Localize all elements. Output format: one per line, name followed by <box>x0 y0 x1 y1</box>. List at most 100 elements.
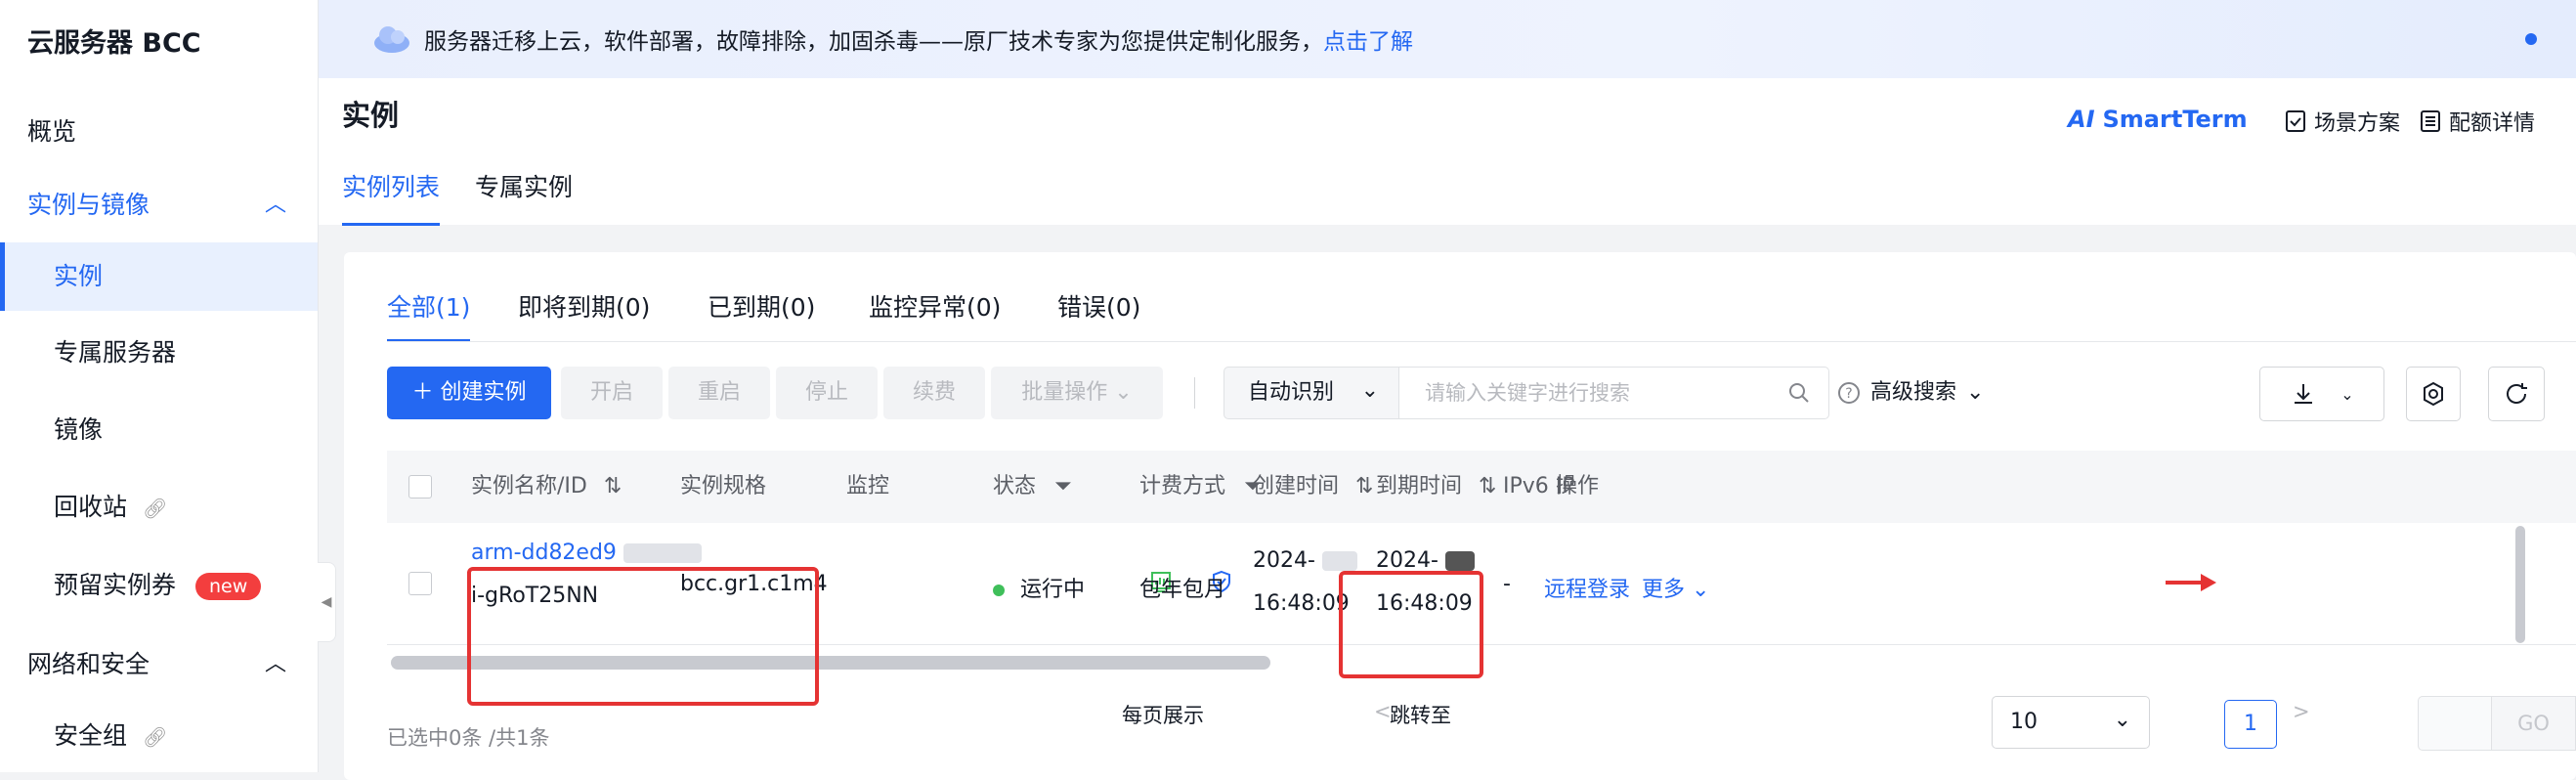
filter-tab-expiring[interactable]: 即将到期(0) <box>518 288 650 339</box>
next-page-button[interactable]: > <box>2293 700 2310 723</box>
column-header-spec: 实例规格 <box>680 474 767 498</box>
search-type-select[interactable]: 自动识别 ⌄ <box>1224 367 1399 419</box>
search-type-value: 自动识别 <box>1248 380 1335 405</box>
page-header: 实例 实例列表 专属实例 AI SmartTerm 场景方案 配额详情 <box>319 78 2576 226</box>
column-header-billing[interactable]: 计费方式 ⏷ <box>1139 451 1262 523</box>
filter-tab-all[interactable]: 全部(1) <box>387 288 471 342</box>
sidebar-item-overview[interactable]: 概览 <box>0 98 318 166</box>
gear-icon <box>2424 381 2443 407</box>
per-page-select[interactable]: 10 ⌄ <box>1992 696 2150 749</box>
create-instance-label: 创建实例 <box>440 380 527 405</box>
sidebar-item-recycle-bin[interactable]: 回收站 🔗︎ <box>0 473 318 542</box>
sidebar-item-dedicated-server[interactable]: 专属服务器 <box>0 319 318 387</box>
page-number-current[interactable]: 1 <box>2224 700 2277 749</box>
new-badge: new <box>194 573 262 600</box>
jump-to-label: 跳转至 <box>1390 704 1451 727</box>
sidebar-item-label: 概览 <box>27 117 77 146</box>
more-actions-dropdown[interactable]: 更多 ⌄ <box>1642 572 1709 603</box>
prev-page-button[interactable]: < <box>1374 700 1392 723</box>
sidebar-item-instance[interactable]: 实例 <box>0 242 318 311</box>
chevron-down-icon: ⌄ <box>2340 384 2354 404</box>
smartterm-button[interactable]: AI SmartTerm <box>2068 106 2248 133</box>
ai-icon: AI <box>2068 106 2095 133</box>
sidebar-item-label: 回收站 <box>54 493 128 521</box>
column-label: 实例名称/ID <box>471 474 587 498</box>
sidebar-item-security-group[interactable]: 安全组 🔗︎ <box>0 702 318 770</box>
download-dropdown[interactable]: ⌄ <box>2259 367 2384 421</box>
search-input[interactable]: 请输入关键字进行搜索 <box>1399 367 1829 419</box>
create-instance-button[interactable]: ＋ 创建实例 <box>387 367 551 419</box>
sidebar-group-network-security[interactable]: 网络和安全 ︿ <box>0 630 318 699</box>
tab-dedicated-instance[interactable]: 专属实例 <box>475 168 573 223</box>
go-button[interactable]: GO <box>2492 696 2576 751</box>
column-label: 状态 <box>993 474 1037 498</box>
refresh-icon <box>2507 383 2527 404</box>
filter-icon[interactable]: ⏷ <box>1054 474 1072 498</box>
row-checkbox[interactable] <box>408 572 432 595</box>
tab-instance-list[interactable]: 实例列表 <box>342 168 441 226</box>
sort-icon[interactable]: ⇅ <box>1479 474 1496 498</box>
filter-tab-monitor-alert[interactable]: 监控异常(0) <box>869 288 1001 339</box>
jump-page-input[interactable] <box>2418 696 2492 751</box>
sidebar-group-instances-images[interactable]: 实例与镜像 ︿ <box>0 171 318 239</box>
carousel-dot[interactable] <box>2525 33 2537 45</box>
status-running-dot <box>993 585 1005 596</box>
status-cell: 运行中 <box>993 572 1085 603</box>
remote-login-link[interactable]: 远程登录 <box>1544 572 1630 603</box>
quota-details-button[interactable]: 配额详情 <box>2420 106 2535 137</box>
sidebar-item-label: 网络和安全 <box>27 650 150 678</box>
search-placeholder: 请输入关键字进行搜索 <box>1425 381 1630 405</box>
per-page-label: 每页展示 <box>1122 704 1204 727</box>
sidebar-item-reserved-coupon[interactable]: 预留实例券 new <box>0 551 318 620</box>
banner-text: 服务器迁移上云，软件部署，故障排除，加固杀毒——原厂技术专家为您提供定制化服务， <box>424 29 1323 55</box>
column-header-operation: 操作 <box>1556 474 1600 498</box>
help-icon[interactable]: ? <box>1837 381 1861 405</box>
advanced-search-toggle[interactable]: ? 高级搜索 ⌄ <box>1837 367 1984 419</box>
chevron-down-icon: ⌄ <box>2113 708 2131 732</box>
instance-name-link[interactable]: arm-dd82ed9 <box>471 541 702 565</box>
highlight-instance-box <box>467 567 819 706</box>
more-label: 更多 <box>1642 578 1686 602</box>
link-icon: 🔗︎ <box>142 497 168 520</box>
column-header-status[interactable]: 状态 ⏷ <box>993 451 1072 523</box>
sidebar-title: 云服务器 BCC <box>27 28 201 59</box>
per-page-value: 10 <box>2010 710 2038 734</box>
checklist-icon <box>2286 110 2305 132</box>
created-date: 2024- <box>1253 548 1357 573</box>
column-settings-button[interactable] <box>2406 367 2461 421</box>
batch-operation-dropdown[interactable]: 批量操作 ⌄ <box>991 367 1163 419</box>
scenarios-button[interactable]: 场景方案 <box>2285 106 2400 137</box>
vertical-scrollbar[interactable] <box>2515 526 2525 643</box>
instance-list-card: 全部(1) 即将到期(0) 已到期(0) 监控异常(0) 错误(0) ＋ 创建实… <box>344 252 2576 780</box>
select-all-checkbox[interactable] <box>408 475 432 498</box>
filter-tab-expired[interactable]: 已到期(0) <box>708 288 815 339</box>
sidebar-collapse-handle[interactable]: ◀ <box>318 562 336 642</box>
column-header-expire[interactable]: 到期时间 ⇅ <box>1376 451 1496 523</box>
sidebar-item-label: 实例与镜像 <box>27 191 150 219</box>
redacted-text <box>1444 551 1475 571</box>
banner-learn-more-link[interactable]: 点击了解 <box>1323 29 1413 55</box>
filter-tabs-divider <box>387 341 2576 342</box>
sort-icon[interactable]: ⇅ <box>604 474 622 498</box>
filter-tab-error[interactable]: 错误(0) <box>1057 288 1140 339</box>
column-label: 计费方式 <box>1139 474 1226 498</box>
batch-operation-label: 批量操作 <box>1021 380 1108 405</box>
column-header-name[interactable]: 实例名称/ID ⇅ <box>471 451 622 523</box>
sort-icon[interactable]: ⇅ <box>1355 474 1373 498</box>
sidebar-item-label: 镜像 <box>54 415 104 444</box>
renew-button[interactable]: 续费 <box>883 367 985 419</box>
column-header-created[interactable]: 创建时间 ⇅ <box>1253 451 1373 523</box>
search-icon[interactable] <box>1787 381 1811 405</box>
refresh-button[interactable] <box>2488 367 2545 421</box>
start-button[interactable]: 开启 <box>561 367 663 419</box>
advanced-search-label: 高级搜索 <box>1870 380 1957 405</box>
billing-method: 包年包月 <box>1139 578 1226 602</box>
download-icon <box>2295 384 2313 404</box>
restart-button[interactable]: 重启 <box>668 367 770 419</box>
stop-button[interactable]: 停止 <box>776 367 878 419</box>
sidebar-item-image[interactable]: 镜像 <box>0 396 318 464</box>
banner-message: 服务器迁移上云，软件部署，故障排除，加固杀毒——原厂技术专家为您提供定制化服务，… <box>424 22 1413 56</box>
chevron-down-icon: ⌄ <box>1692 578 1710 602</box>
sidebar-item-label: 安全组 <box>54 721 128 750</box>
scenarios-label: 场景方案 <box>2314 111 2401 136</box>
